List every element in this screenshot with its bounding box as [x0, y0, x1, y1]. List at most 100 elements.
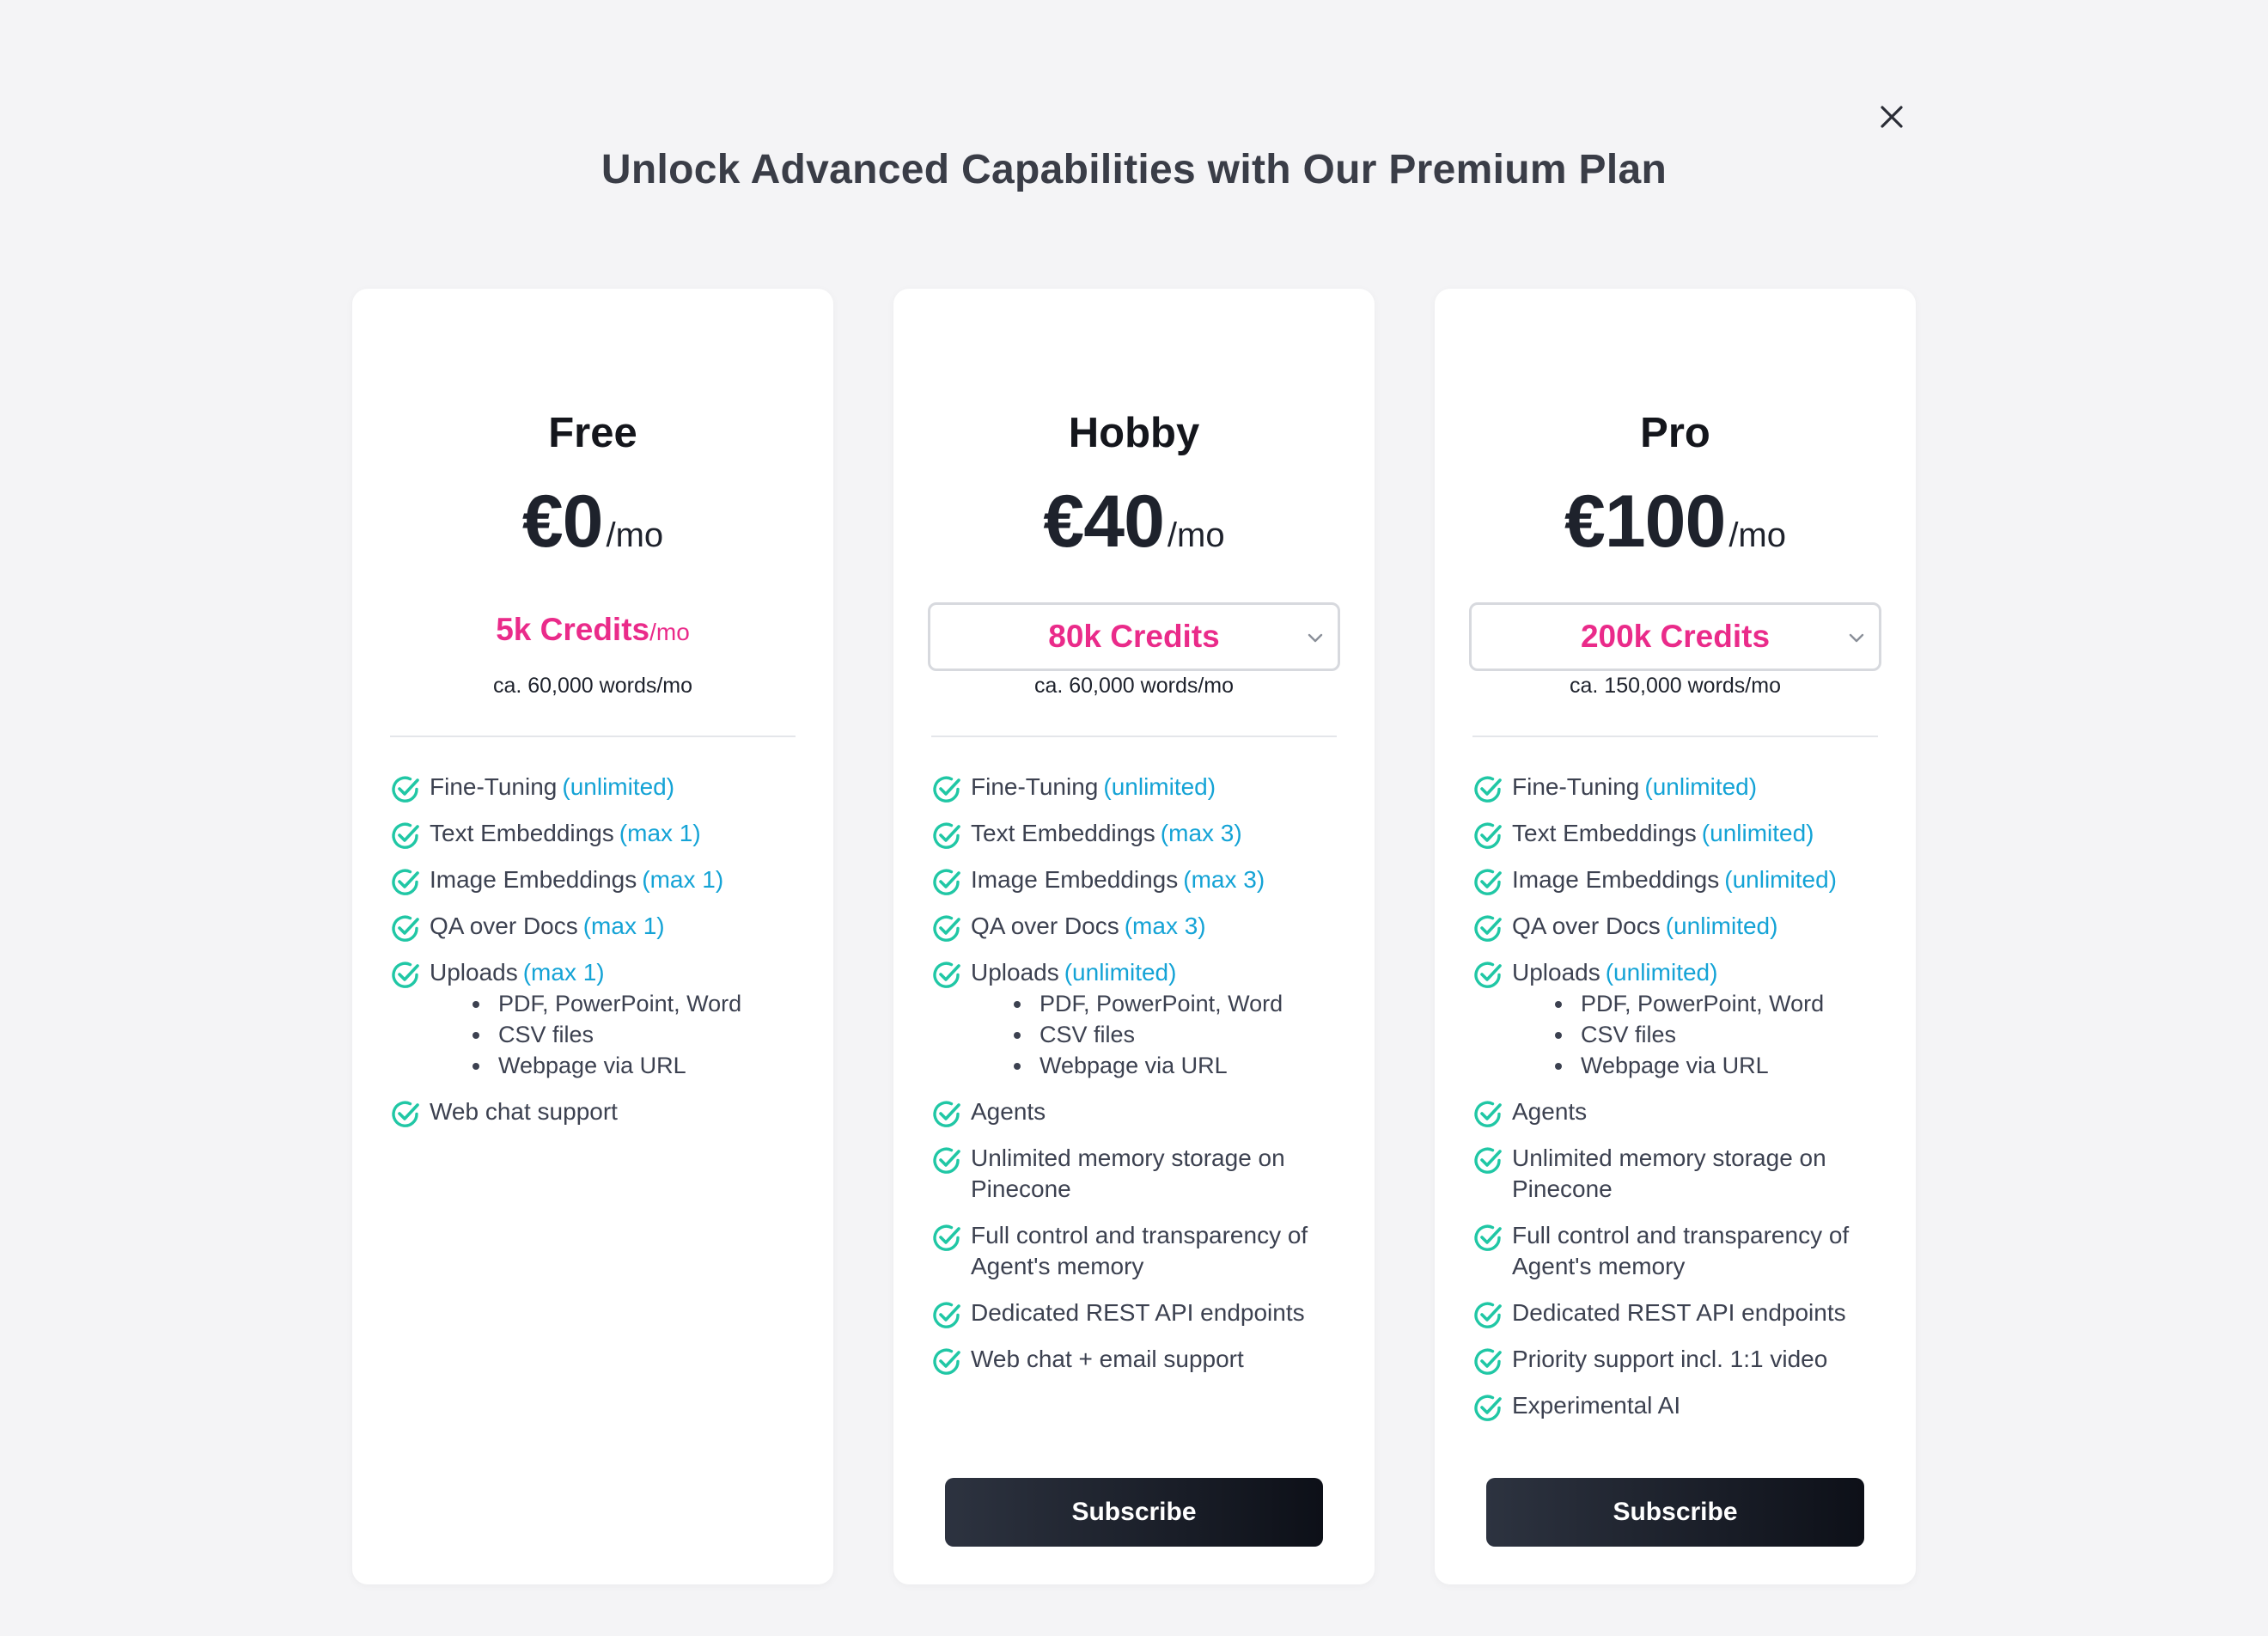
check-circle-icon [1472, 867, 1503, 898]
feature-text: Fine-Tuning [971, 773, 1099, 800]
price-amount: €40 [1043, 480, 1164, 563]
feature-sublist: PDF, PowerPoint, Word CSV files Webpage vi… [971, 988, 1349, 1081]
feature-text: Web chat + email support [971, 1346, 1244, 1372]
feature-text: Image Embeddings [971, 866, 1179, 893]
check-circle-icon [390, 913, 421, 944]
price-amount: €0 [521, 480, 604, 563]
check-circle-icon [390, 867, 421, 898]
words-estimate: ca. 60,000 words/mo [1033, 674, 1235, 698]
chevron-down-icon [1846, 627, 1867, 648]
check-circle-icon [1472, 1099, 1503, 1130]
feature-text: Unlimited memory storage on Pinecone [1512, 1145, 1826, 1202]
check-circle-icon [1472, 1145, 1503, 1176]
feature-item: Fine-Tuning (unlimited) [1472, 772, 1890, 803]
feature-limit: (max 1) [582, 913, 665, 939]
plan-price: €100/mo [1435, 479, 1916, 565]
feature-subitem: Webpage via URL [472, 1050, 808, 1081]
check-circle-icon [390, 774, 421, 805]
feature-item: Agents [931, 1096, 1349, 1127]
feature-text: Full control and transparency of Agent's… [971, 1222, 1308, 1279]
check-circle-icon [931, 821, 962, 852]
feature-item: Uploads (unlimited) PDF, PowerPoint, Word C… [1472, 957, 1890, 1081]
words-estimate: ca. 150,000 words/mo [1570, 674, 1781, 698]
feature-text: Experimental AI [1512, 1392, 1681, 1419]
check-circle-icon [1472, 774, 1503, 805]
price-period: /mo [1167, 516, 1225, 554]
feature-subitem: Webpage via URL [1555, 1050, 1890, 1081]
check-circle-icon [390, 821, 421, 852]
price-period: /mo [1728, 516, 1786, 554]
feature-text: Image Embeddings [1512, 866, 1720, 893]
feature-limit: (unlimited) [1665, 913, 1778, 939]
feature-text: Fine-Tuning [430, 773, 558, 800]
feature-text: QA over Docs [430, 913, 578, 939]
credits-dropdown[interactable]: 80k Credits [928, 602, 1340, 671]
price-amount: €100 [1564, 480, 1726, 563]
feature-text: Web chat support [430, 1098, 618, 1125]
feature-item: Image Embeddings (unlimited) [1472, 864, 1890, 895]
credits-period: /mo [649, 619, 690, 645]
check-circle-icon [1472, 821, 1503, 852]
feature-limit: (unlimited) [562, 773, 675, 800]
feature-subitem: PDF, PowerPoint, Word [472, 988, 808, 1019]
feature-item: QA over Docs (unlimited) [1472, 911, 1890, 942]
feature-text: Agents [1512, 1098, 1588, 1125]
subscribe-button[interactable]: Subscribe [945, 1478, 1323, 1547]
feature-text: QA over Docs [971, 913, 1119, 939]
feature-text: Unlimited memory storage on Pinecone [971, 1145, 1285, 1202]
subscribe-button[interactable]: Subscribe [1486, 1478, 1864, 1547]
plan-price: €40/mo [893, 479, 1375, 565]
plan-card-hobby: Hobby €40/mo 80k Credits ca. 60,000 words/m… [893, 289, 1375, 1584]
feature-item: Priority support incl. 1:1 video [1472, 1344, 1890, 1375]
chevron-down-icon [1305, 627, 1326, 648]
feature-limit: (max 1) [619, 820, 701, 846]
words-estimate: ca. 60,000 words/mo [492, 674, 693, 698]
check-circle-icon [931, 1099, 962, 1130]
plan-card-free: Free €0/mo 5k Credits/mo ca. 60,000 words/m… [352, 289, 833, 1584]
feature-item: Fine-Tuning (unlimited) [390, 772, 808, 803]
feature-text: Dedicated REST API endpoints [971, 1299, 1305, 1326]
feature-subitem: CSV files [1555, 1019, 1890, 1050]
credits-label: 5k Credits/mo [352, 612, 833, 648]
feature-text: Image Embeddings [430, 866, 637, 893]
feature-item: Dedicated REST API endpoints [931, 1297, 1349, 1328]
check-circle-icon [931, 1300, 962, 1331]
feature-text: Text Embeddings [971, 820, 1155, 846]
check-circle-icon [931, 1346, 962, 1377]
feature-text: QA over Docs [1512, 913, 1661, 939]
feature-item: Uploads (max 1) PDF, PowerPoint, Word CSV f… [390, 957, 808, 1081]
feature-text: Fine-Tuning [1512, 773, 1640, 800]
feature-item: Full control and transparency of Agent's… [931, 1220, 1349, 1282]
feature-item: Text Embeddings (unlimited) [1472, 818, 1890, 849]
feature-limit: (unlimited) [1103, 773, 1216, 800]
check-circle-icon [1472, 1393, 1503, 1424]
check-circle-icon [1472, 1300, 1503, 1331]
feature-item: Web chat + email support [931, 1344, 1349, 1375]
credits-selected-value: 80k Credits [1048, 619, 1220, 654]
feature-subitem: PDF, PowerPoint, Word [1014, 988, 1349, 1019]
feature-item: Dedicated REST API endpoints [1472, 1297, 1890, 1328]
check-circle-icon [931, 774, 962, 805]
close-button[interactable] [1875, 100, 1909, 134]
feature-item: Fine-Tuning (unlimited) [931, 772, 1349, 803]
feature-text: Priority support incl. 1:1 video [1512, 1346, 1828, 1372]
check-circle-icon [931, 867, 962, 898]
feature-limit: (unlimited) [1064, 959, 1177, 986]
feature-subitem: Webpage via URL [1014, 1050, 1349, 1081]
feature-item: Experimental AI [1472, 1390, 1890, 1421]
feature-item: Agents [1472, 1096, 1890, 1127]
divider [1472, 736, 1878, 737]
credits-dropdown[interactable]: 200k Credits [1469, 602, 1881, 671]
credits-amount: 5k Credits [496, 612, 650, 647]
divider [931, 736, 1337, 737]
price-period: /mo [606, 516, 664, 554]
feature-limit: (unlimited) [1701, 820, 1814, 846]
close-icon [1881, 106, 1903, 128]
feature-list: Fine-Tuning (unlimited) Text Embeddings (ma… [931, 772, 1349, 1390]
divider [390, 736, 796, 737]
feature-limit: (max 1) [522, 959, 605, 986]
plan-card-pro: Pro €100/mo 200k Credits ca. 150,000 words/… [1435, 289, 1916, 1584]
feature-limit: (unlimited) [1605, 959, 1718, 986]
feature-text: Dedicated REST API endpoints [1512, 1299, 1846, 1326]
plan-name: Hobby [1068, 410, 1200, 456]
